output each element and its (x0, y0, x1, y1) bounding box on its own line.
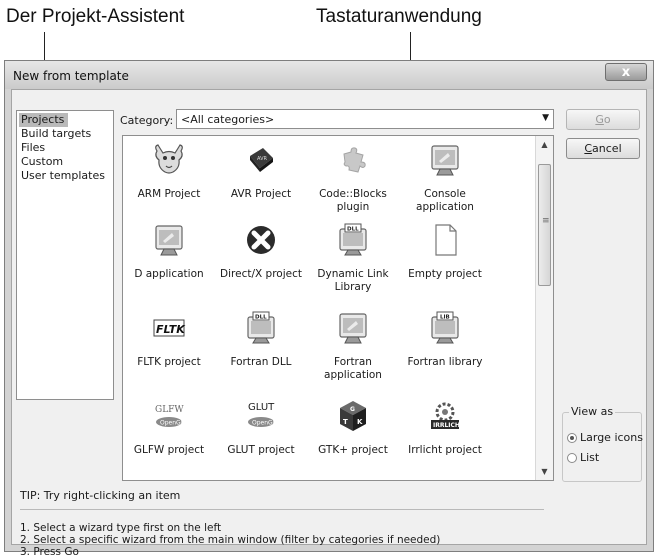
template-item-gtk-project[interactable]: G T K GTK+ project (311, 398, 395, 457)
category-item-files[interactable]: Files (19, 141, 111, 155)
svg-text:GLUT: GLUT (248, 402, 275, 413)
new-from-template-dialog: New from template x Projects Build targe… (4, 60, 654, 558)
radio-large-icons[interactable]: Large icons (567, 431, 643, 444)
puzzle-piece-icon (343, 147, 366, 173)
callout-keyboard-app: Tastaturanwendung (316, 6, 482, 27)
template-label: GLFW project (133, 444, 205, 456)
gnu-icon (155, 144, 183, 174)
template-label: ARM Project (137, 188, 201, 200)
template-label: Fortran DLL (230, 356, 292, 368)
category-list: Projects Build targets Files Custom User… (16, 110, 114, 400)
dll-icon: DLL (339, 223, 367, 256)
category-filter-value: <All categories> (181, 113, 275, 126)
template-label: FLTK project (137, 356, 201, 368)
instruction-line: 3. Press Go (20, 546, 79, 558)
instruction-line: 1. Select a wizard type first on the lef… (20, 522, 222, 534)
template-label: Fortran library (407, 356, 483, 368)
template-item-codeblocks-plugin[interactable]: Code::Blocks plugin (311, 142, 395, 214)
svg-text:GLFW: GLFW (155, 405, 184, 415)
template-label: Fortran application (324, 356, 382, 381)
svg-text:IRRLICHT: IRRLICHT (433, 422, 463, 429)
scroll-up-icon[interactable]: ▲ (536, 140, 553, 149)
application-icon (339, 313, 367, 344)
template-item-avr-project[interactable]: AVR AVR Project (219, 142, 303, 201)
blank-document-icon (435, 224, 457, 256)
gtk-cube-icon: G T K (340, 401, 366, 431)
svg-text:K: K (357, 418, 363, 426)
template-label: Code::Blocks plugin (319, 188, 387, 213)
template-label: AVR Project (230, 188, 292, 200)
instructions: 1. Select a wizard type first on the lef… (20, 522, 440, 558)
template-item-arm-project[interactable]: ARM Project (127, 142, 211, 201)
radio-selected-icon (567, 433, 577, 443)
svg-text:AVR: AVR (257, 156, 268, 162)
template-item-fortran-dll[interactable]: DLL Fortran DLL (219, 310, 303, 369)
scroll-down-icon[interactable]: ▼ (536, 467, 553, 476)
template-item-glfw-project[interactable]: GLFW OpenGL GLFW project (127, 398, 211, 457)
template-label: GTK+ project (318, 444, 388, 456)
template-label: Irrlicht project (408, 444, 482, 456)
tip-text: TIP: Try right-clicking an item (20, 489, 181, 502)
irrlicht-icon: IRRLICHT (431, 402, 465, 429)
instruction-line: 2. Select a specific wizard from the mai… (20, 534, 441, 546)
template-item-console-application[interactable]: Console application (403, 142, 487, 214)
callout-project-wizard: Der Projekt-Assistent (6, 6, 185, 27)
svg-text:T: T (343, 418, 348, 426)
close-button[interactable]: x (605, 63, 647, 81)
svg-text:DLL: DLL (255, 315, 267, 321)
cancel-button[interactable]: Cancel (566, 138, 640, 159)
template-item-glut-project[interactable]: GLUT OpenGL GLUT project (219, 398, 303, 457)
title-bar: New from template x (5, 61, 653, 89)
svg-text:OpenGL: OpenGL (160, 420, 185, 427)
lib-icon: LIB (431, 311, 459, 344)
go-button[interactable]: Go (566, 109, 640, 130)
svg-text:LIB: LIB (440, 315, 450, 321)
template-item-fortran-library[interactable]: LIB Fortran library (403, 310, 487, 369)
category-filter-select[interactable]: <All categories> ▼ (176, 109, 554, 129)
window-title: New from template (13, 69, 129, 83)
category-item-projects[interactable]: Projects (19, 113, 69, 127)
svg-text:DLL: DLL (347, 227, 359, 233)
template-item-dynamic-link-library[interactable]: DLL Dynamic Link Library (311, 222, 395, 294)
glut-opengl-icon: GLUT OpenGL (248, 402, 277, 427)
application-icon (155, 225, 183, 256)
svg-text:G: G (350, 406, 355, 413)
template-item-irrlicht-project[interactable]: IRRLICHT Irrlicht project (403, 398, 487, 457)
template-label: Empty project (408, 268, 482, 280)
template-label: D application (134, 268, 204, 280)
svg-text:OpenGL: OpenGL (252, 420, 277, 427)
chevron-down-icon: ▼ (542, 113, 549, 123)
svg-text:FLTK: FLTK (156, 323, 186, 336)
template-item-fltk-project[interactable]: FLTK FLTK project (127, 310, 211, 369)
scrollbar-thumb[interactable]: ≡ (538, 164, 551, 286)
template-item-d-application[interactable]: D application (127, 222, 211, 281)
template-label: Dynamic Link Library (317, 268, 389, 293)
fltk-icon: FLTK (153, 319, 186, 337)
template-view-scrollbar[interactable]: ▲ ≡ ▼ (535, 136, 553, 480)
template-item-fortran-application[interactable]: Fortran application (311, 310, 395, 382)
view-as-legend: View as (569, 405, 616, 418)
directx-icon (247, 226, 275, 254)
divider (20, 509, 544, 510)
category-item-custom[interactable]: Custom (19, 155, 111, 169)
category-item-build-targets[interactable]: Build targets (19, 127, 111, 141)
category-filter-label: Category: (120, 114, 174, 127)
dll-icon: DLL (247, 311, 275, 344)
application-icon (431, 145, 459, 176)
grip-icon: ≡ (542, 216, 550, 226)
template-label: GLUT project (227, 444, 295, 456)
dialog-body: Projects Build targets Files Custom User… (11, 89, 647, 558)
avr-chip-icon: AVR (250, 148, 273, 172)
template-label: Direct/X project (220, 268, 302, 280)
glfw-opengl-icon: GLFW OpenGL (155, 405, 185, 427)
radio-unselected-icon (567, 453, 577, 463)
view-as-group: View as Large icons List (562, 405, 643, 482)
template-item-directx-project[interactable]: Direct/X project (219, 222, 303, 281)
template-item-empty-project[interactable]: Empty project (403, 222, 487, 281)
template-icon-view: ARM Project AVR AVR Project Code::Blocks… (122, 135, 554, 481)
template-label: Console application (416, 188, 474, 213)
radio-list[interactable]: List (567, 451, 599, 464)
category-item-user-templates[interactable]: User templates (19, 169, 111, 183)
